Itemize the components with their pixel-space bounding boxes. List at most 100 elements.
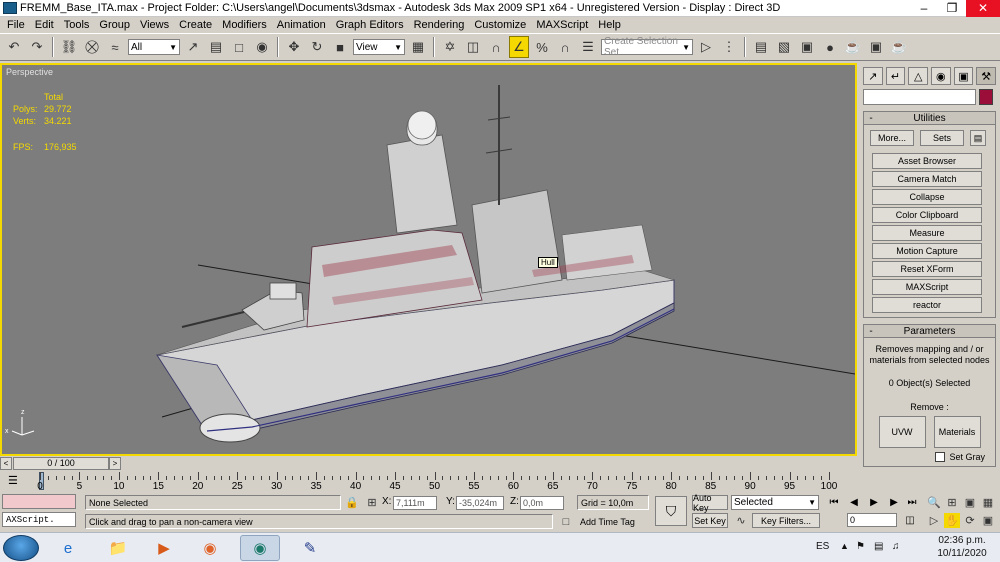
editor-taskbar-icon[interactable]: ✎ (290, 535, 330, 561)
show-hidden-icons-icon[interactable]: ▲ (840, 541, 849, 551)
maximize-viewport-icon[interactable]: ▣ (980, 513, 996, 528)
zoom-all-icon[interactable]: ⊞ (944, 495, 960, 510)
x-coord-field[interactable]: 7,111m (393, 496, 437, 510)
minimize-button[interactable]: – (910, 0, 938, 17)
go-to-end-icon[interactable]: ⏭ (904, 495, 920, 510)
modify-tab-icon[interactable]: ↵ (885, 67, 906, 85)
utilities-tab-icon[interactable]: ⚒ (976, 67, 997, 85)
z-coord-field[interactable]: 0,0m (520, 496, 564, 510)
menu-group[interactable]: Group (94, 19, 135, 31)
y-coord-field[interactable]: -35,024m (456, 496, 504, 510)
firefox-icon[interactable]: ◉ (190, 535, 230, 561)
time-slider-next-icon[interactable]: > (109, 456, 121, 470)
set-keys-icon[interactable]: ⛉ (655, 496, 687, 526)
utility-measure-button[interactable]: Measure (872, 225, 982, 241)
flag-icon[interactable]: ⚑ (856, 541, 865, 552)
render-setup-icon[interactable]: ☕ (843, 36, 863, 58)
viewport-label[interactable]: Perspective (6, 67, 53, 77)
network-icon[interactable]: ▤ (874, 541, 883, 552)
close-button[interactable]: ✕ (966, 0, 1000, 17)
3dsmax-taskbar-icon[interactable]: ◉ (240, 535, 280, 561)
play-icon[interactable]: ▶ (866, 495, 882, 510)
select-and-link-icon[interactable]: ⛓ (59, 36, 79, 58)
utilities-rollout-header[interactable]: - Utilities (864, 112, 995, 125)
restore-button[interactable]: ❐ (938, 0, 966, 17)
start-button[interactable] (3, 535, 39, 561)
menu-create[interactable]: Create (174, 19, 217, 31)
remove-uvw-button[interactable]: UVW (878, 416, 926, 448)
menu-maxscript[interactable]: MAXScript (531, 19, 593, 31)
zoom-icon[interactable]: 🔍 (926, 495, 942, 510)
maxscript-mini-listener-pink[interactable] (2, 494, 76, 509)
file-explorer-icon[interactable]: 📁 (98, 535, 138, 561)
unlink-icon[interactable]: ⛒ (82, 36, 102, 58)
spinner-snap-icon[interactable]: ∩ (555, 36, 575, 58)
align-icon[interactable]: ⋮ (719, 36, 739, 58)
menu-file[interactable]: File (2, 19, 30, 31)
zoom-extents-all-icon[interactable]: ▦ (980, 495, 996, 510)
object-name-field[interactable] (863, 89, 976, 105)
named-selection-dropdown[interactable]: Create Selection Set ▼ (601, 36, 693, 58)
menu-views[interactable]: Views (135, 19, 174, 31)
zoom-extents-icon[interactable]: ▣ (962, 495, 978, 510)
utility-reset-xform-button[interactable]: Reset XForm (872, 261, 982, 277)
create-tab-icon[interactable]: ↗ (863, 67, 883, 85)
selection-filter-dropdown[interactable]: All ▼ (128, 39, 180, 55)
select-and-scale-icon[interactable]: ■ (330, 36, 350, 58)
layer-manager-icon[interactable]: ▤ (751, 36, 771, 58)
utility-camera-match-button[interactable]: Camera Match (872, 171, 982, 187)
key-mode-toggle-icon[interactable]: ◫ (902, 513, 918, 528)
key-filters-button[interactable]: Key Filters... (752, 513, 820, 528)
remove-materials-button[interactable]: Materials (933, 416, 981, 448)
utility-color-clipboard-button[interactable]: Color Clipboard (872, 207, 982, 223)
mirror-icon[interactable]: ▷ (696, 36, 716, 58)
reference-coordinate-dropdown[interactable]: View ▼ (353, 39, 405, 55)
previous-frame-icon[interactable]: ◀ (846, 495, 862, 510)
volume-icon[interactable]: ♫ (892, 541, 900, 552)
menu-modifiers[interactable]: Modifiers (217, 19, 272, 31)
menu-tools[interactable]: Tools (59, 19, 95, 31)
object-color-swatch[interactable] (979, 89, 993, 105)
clock-date[interactable]: 10/11/2020 (934, 548, 990, 559)
rectangular-selection-icon[interactable]: □ (229, 36, 249, 58)
utility-maxscript-button[interactable]: MAXScript (872, 279, 982, 295)
rendered-frame-window-icon[interactable]: ▣ (866, 36, 886, 58)
percent-snap-icon[interactable]: % (532, 36, 552, 58)
next-frame-icon[interactable]: ▶ (886, 495, 902, 510)
keyboard-shortcut-override-icon[interactable]: ◫ (463, 36, 483, 58)
motion-tab-icon[interactable]: ◉ (931, 67, 951, 85)
perspective-viewport[interactable]: z x Perspective Total Polys: 29.772 Vert… (0, 63, 857, 456)
sets-button[interactable]: Sets (920, 130, 964, 146)
orbit-icon[interactable]: ⟳ (962, 513, 978, 528)
go-to-start-icon[interactable]: ⏮ (826, 495, 842, 510)
clock-time[interactable]: 02:36 p.m. (934, 535, 990, 546)
configure-sets-icon[interactable]: ▤ (970, 130, 986, 146)
select-object-icon[interactable]: ↗ (183, 36, 203, 58)
window-crossing-icon[interactable]: ◉ (252, 36, 272, 58)
utility-asset-browser-button[interactable]: Asset Browser (872, 153, 982, 169)
time-slider-thumb[interactable]: 0 / 100 (13, 456, 109, 470)
time-tag-icon[interactable]: □ (558, 514, 574, 529)
select-and-manipulate-icon[interactable]: ✡ (440, 36, 460, 58)
media-player-icon[interactable]: ▶ (144, 535, 184, 561)
time-slider-prev-icon[interactable]: < (0, 456, 12, 470)
material-editor-icon[interactable]: ● (820, 36, 840, 58)
menu-rendering[interactable]: Rendering (409, 19, 470, 31)
angle-snap-toggle-icon[interactable]: ∠ (509, 36, 529, 58)
bind-to-space-warp-icon[interactable]: ≈ (105, 36, 125, 58)
default-tangents-icon[interactable]: ∿ (733, 513, 749, 528)
menu-edit[interactable]: Edit (30, 19, 59, 31)
menu-animation[interactable]: Animation (272, 19, 331, 31)
menu-graph-editors[interactable]: Graph Editors (331, 19, 409, 31)
pan-view-icon[interactable]: ✋ (944, 513, 960, 528)
maxscript-mini-listener[interactable]: AXScript. (2, 512, 76, 527)
time-slider[interactable]: < 0 / 100 > (0, 456, 857, 470)
utility-motion-capture-button[interactable]: Motion Capture (872, 243, 982, 259)
curve-editor-icon[interactable]: ▧ (774, 36, 794, 58)
schematic-view-icon[interactable]: ▣ (797, 36, 817, 58)
redo-icon[interactable]: ↷ (27, 36, 47, 58)
menu-help[interactable]: Help (593, 19, 626, 31)
pivot-center-icon[interactable]: ▦ (408, 36, 428, 58)
select-and-move-icon[interactable]: ✥ (284, 36, 304, 58)
field-of-view-icon[interactable]: ▷ (926, 513, 942, 528)
